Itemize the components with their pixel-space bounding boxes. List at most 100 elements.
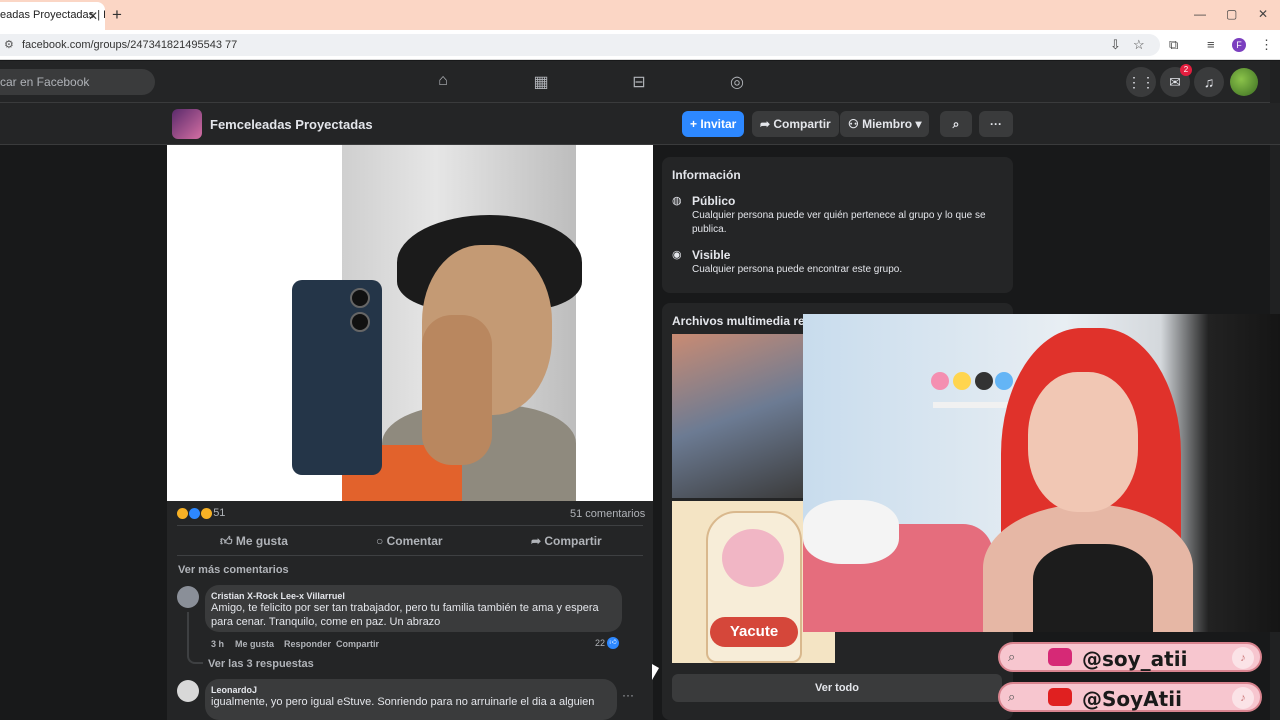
anime-face-illustration xyxy=(722,529,784,587)
share-group-button[interactable]: ➦ Compartir xyxy=(752,111,839,137)
share-icon: ➦ xyxy=(760,117,774,131)
youtube-handle: @SoyAtii xyxy=(1082,687,1182,711)
comment-text: Amigo, te felicito por ser tan trabajado… xyxy=(211,602,599,628)
comment-reply-link[interactable]: Responder xyxy=(284,639,331,649)
menu-grid-icon[interactable]: ⋮⋮ xyxy=(1126,67,1156,97)
site-settings-icon[interactable]: ⚙ xyxy=(4,38,14,51)
group-search-button[interactable]: ⌕ xyxy=(940,111,972,137)
invite-button[interactable]: + Invitar xyxy=(682,111,745,137)
post-photo[interactable] xyxy=(167,145,653,501)
facebook-top-nav: car en Facebook ⌂ ▦ ⊟ ◎ ⋮⋮ ✉ ♫ xyxy=(0,61,1280,103)
group-thumbnail[interactable] xyxy=(172,109,202,139)
bookmark-star-icon[interactable]: ☆ xyxy=(1133,37,1145,53)
new-tab-icon[interactable]: + xyxy=(112,5,122,25)
group-more-button[interactable]: ··· xyxy=(979,111,1013,137)
profile-avatar[interactable]: F xyxy=(1232,38,1246,52)
comment-count[interactable]: 51 comentarios xyxy=(570,508,645,520)
more-comments-link[interactable]: Ver más comentarios xyxy=(178,564,289,576)
media-thumbnail[interactable] xyxy=(672,334,804,498)
menu-kebab-icon[interactable]: ⋮ xyxy=(1260,37,1273,53)
mouse-cursor xyxy=(652,664,659,680)
comment-bubble-icon: ○ xyxy=(376,534,387,548)
browser-tab-bar: eadas Proyectadas | F ✕ + — ▢ ✕ xyxy=(0,0,1280,30)
messenger-badge: 2 xyxy=(1180,64,1192,76)
pillow-shape xyxy=(803,500,899,564)
gaming-icon[interactable]: ◎ xyxy=(727,72,747,91)
like-label: Me gusta xyxy=(235,534,288,548)
hand-shape xyxy=(422,315,492,465)
thumbs-up-icon: 👍︎ xyxy=(220,534,236,548)
comment-button[interactable]: ○ Comentar xyxy=(376,534,443,548)
divider xyxy=(177,525,643,526)
extensions-icon[interactable]: ⧉ xyxy=(1169,37,1178,53)
maximize-icon[interactable]: ▢ xyxy=(1226,7,1237,21)
divider xyxy=(177,555,643,556)
eye-icon: ◉ xyxy=(672,249,682,261)
wall-shelf xyxy=(933,402,1011,408)
more-dots-icon: ··· xyxy=(990,117,1002,131)
browser-tab[interactable]: eadas Proyectadas | F ✕ xyxy=(0,2,105,30)
comment-author[interactable]: Cristian X-Rock Lee-x Villarruel xyxy=(211,591,345,601)
visibility-title: Visible xyxy=(692,248,731,262)
comment-like-link[interactable]: Me gusta xyxy=(235,639,274,649)
youtube-icon xyxy=(1048,688,1072,706)
pages-icon[interactable]: ▦ xyxy=(531,72,551,91)
comment-time[interactable]: 3 h xyxy=(211,639,224,649)
facebook-search-input[interactable]: car en Facebook xyxy=(0,69,155,95)
comment-options-icon[interactable]: ··· xyxy=(622,688,634,702)
share-group-label: Compartir xyxy=(773,117,831,131)
invite-label: Invitar xyxy=(700,117,737,131)
reply-thread-line xyxy=(187,612,203,664)
bottle-label: Yacute xyxy=(710,617,798,647)
like-button[interactable]: 👍︎ Me gusta xyxy=(220,534,288,549)
minimize-icon[interactable]: — xyxy=(1194,7,1206,21)
group-name[interactable]: Femceleadas Proyectadas xyxy=(210,117,373,132)
toy-figure xyxy=(953,372,971,390)
url-field[interactable]: ⚙ facebook.com/groups/247341821495543 77 xyxy=(0,34,1160,56)
microphone-icon: ♪ xyxy=(1232,687,1254,709)
account-avatar[interactable] xyxy=(1230,68,1258,96)
avatar[interactable] xyxy=(177,680,199,702)
instagram-overlay: ⌕ @soy_atii ♪ xyxy=(998,642,1262,672)
plus-icon: + xyxy=(690,117,701,131)
view-replies-link[interactable]: Ver las 3 respuestas xyxy=(208,658,314,670)
camera-lens xyxy=(350,312,370,332)
phone-shape xyxy=(292,280,382,475)
install-icon[interactable]: ⇩ xyxy=(1110,37,1121,53)
member-button[interactable]: ⚇ Miembro ▾ xyxy=(840,111,930,137)
comment-like-count: 22 xyxy=(595,638,606,648)
search-icon: ⌕ xyxy=(1008,649,1016,664)
media-title: Archivos multimedia rec xyxy=(672,314,812,328)
search-placeholder: car en Facebook xyxy=(0,75,90,89)
camera-lens xyxy=(350,288,370,308)
face-shape xyxy=(1028,372,1138,512)
url-text: facebook.com/groups/247341821495543 77 xyxy=(22,39,238,51)
caret-down-icon: ▾ xyxy=(912,117,922,131)
share-post-label: Compartir xyxy=(544,534,602,548)
avatar[interactable] xyxy=(177,586,199,608)
reaction-summary[interactable]: 51 xyxy=(177,507,225,519)
youtube-overlay: ⌕ @SoyAtii ♪ xyxy=(998,682,1262,712)
share-post-button[interactable]: ➦ Compartir xyxy=(531,534,602,548)
privacy-description: Cualquier persona puede ver quién perten… xyxy=(692,210,986,235)
home-icon[interactable]: ⌂ xyxy=(433,72,453,90)
globe-icon: ◍ xyxy=(672,195,682,207)
tab-close-icon[interactable]: ✕ xyxy=(88,9,98,23)
toy-figures xyxy=(925,354,1015,404)
reaction-count: 51 xyxy=(213,507,226,519)
toy-figure xyxy=(995,372,1013,390)
comment-author[interactable]: LeonardoJ xyxy=(211,685,257,695)
media-icon[interactable]: ≡ xyxy=(1207,37,1215,52)
notifications-bell-icon[interactable]: ♫ xyxy=(1194,67,1224,97)
instagram-icon xyxy=(1048,648,1072,666)
see-all-button[interactable]: Ver todo xyxy=(672,674,1002,702)
toy-figure xyxy=(975,372,993,390)
comment-label: Comentar xyxy=(386,534,443,548)
toy-figure xyxy=(931,372,949,390)
window-close-icon[interactable]: ✕ xyxy=(1258,7,1268,21)
share-arrow-icon: ➦ xyxy=(531,534,545,548)
marketplace-icon[interactable]: ⊟ xyxy=(629,72,649,91)
search-icon: ⌕ xyxy=(1008,689,1016,704)
comment-share-link[interactable]: Compartir xyxy=(336,639,379,649)
like-badge-icon: 👍︎ xyxy=(607,637,619,649)
